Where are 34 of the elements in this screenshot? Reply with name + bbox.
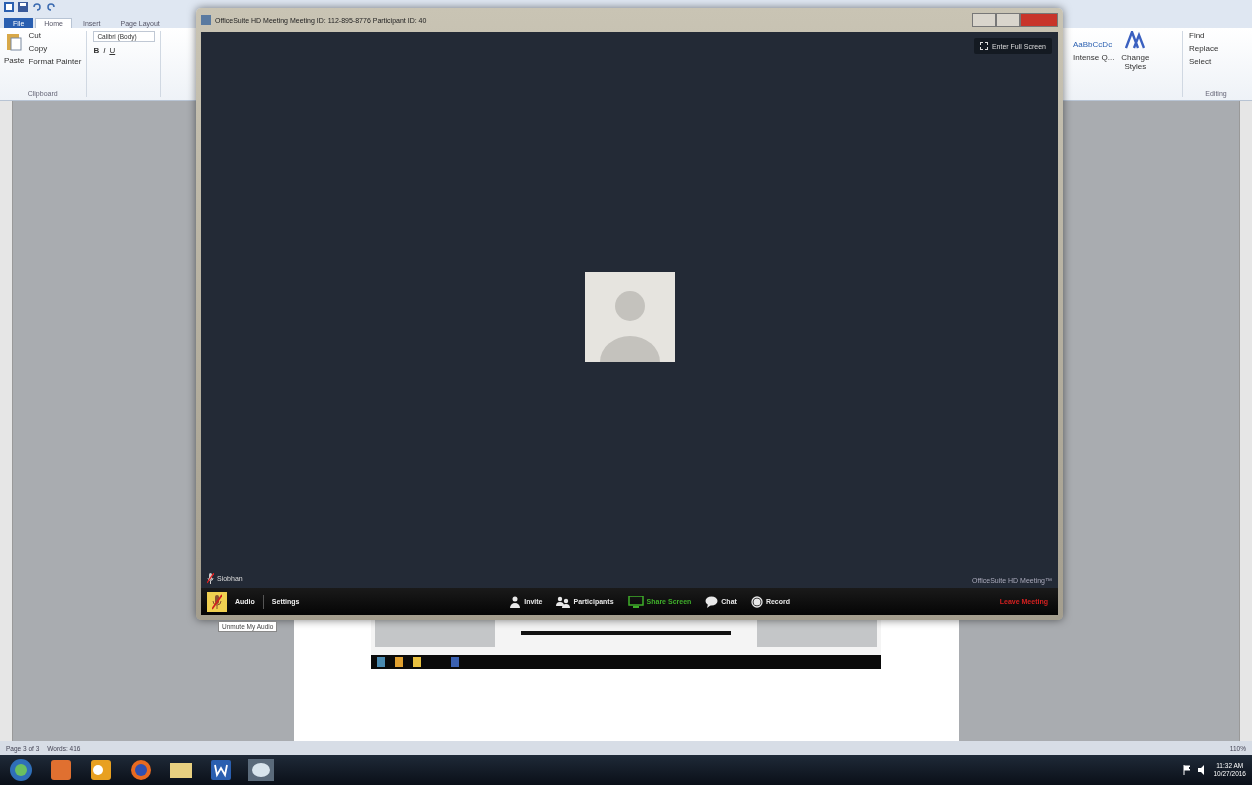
style-name: Intense Q... — [1073, 53, 1115, 62]
chat-bubble-icon — [705, 595, 719, 608]
expand-icon — [979, 42, 988, 50]
mute-button[interactable] — [207, 591, 227, 612]
word-icon — [4, 2, 14, 12]
underline-command[interactable]: U — [109, 46, 116, 55]
microphone-icon — [207, 573, 214, 584]
minimize-button[interactable] — [972, 13, 996, 27]
style-sample[interactable]: AaBbCcDc — [1073, 40, 1115, 49]
select-command[interactable]: Select — [1189, 57, 1243, 66]
format-painter-command[interactable]: Format Painter — [28, 57, 82, 66]
record-icon — [750, 595, 763, 608]
save-icon[interactable] — [18, 2, 28, 12]
paste-icon[interactable] — [5, 32, 24, 52]
undo-icon[interactable] — [32, 2, 42, 12]
replace-command[interactable]: Replace — [1189, 44, 1243, 53]
people-icon — [556, 595, 571, 608]
find-command[interactable]: Find — [1189, 31, 1243, 40]
vertical-scrollbar[interactable] — [1239, 101, 1252, 741]
flag-icon[interactable] — [1183, 765, 1192, 775]
redo-icon[interactable] — [46, 2, 56, 12]
monitor-icon — [627, 595, 644, 608]
change-styles-icon[interactable] — [1125, 31, 1146, 49]
change-styles-label[interactable]: Change Styles — [1120, 53, 1151, 71]
avatar-placeholder-icon — [584, 271, 675, 362]
italic-command[interactable]: I — [103, 46, 106, 55]
paste-label[interactable]: Paste — [4, 56, 25, 65]
person-add-icon — [509, 595, 522, 608]
cut-command[interactable]: Cut — [28, 31, 82, 40]
app-icon — [201, 15, 211, 25]
bold-command[interactable]: B — [93, 46, 100, 55]
copy-command[interactable]: Copy — [28, 44, 82, 53]
maximize-button[interactable] — [996, 13, 1020, 27]
meeting-app-icon[interactable] — [246, 758, 276, 782]
